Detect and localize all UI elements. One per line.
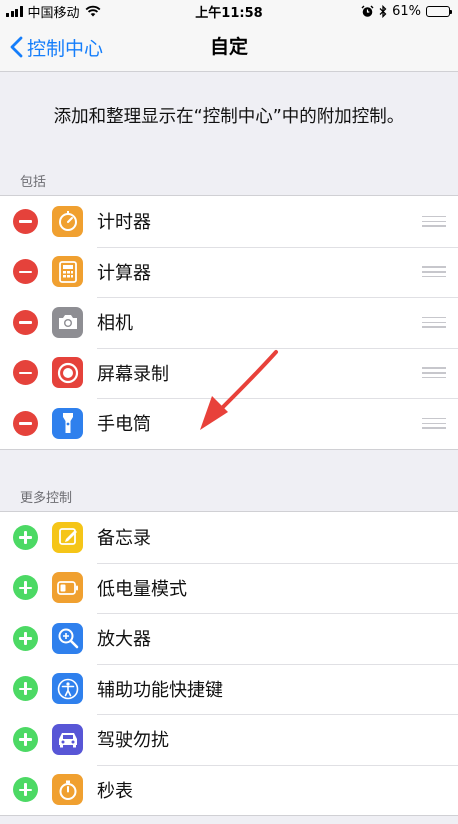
accessibility-icon: [52, 673, 83, 705]
control-label: 屏幕录制: [97, 363, 169, 385]
control-label: 计算器: [97, 262, 151, 284]
control-row[interactable]: 手电筒: [0, 398, 458, 449]
control-row[interactable]: 计算器: [0, 246, 458, 298]
control-row[interactable]: 屏幕录制: [0, 347, 458, 399]
control-row[interactable]: 放大器: [0, 613, 458, 664]
timer-icon: [52, 205, 83, 237]
control-label: 计时器: [97, 212, 151, 234]
control-row[interactable]: 低电量模式: [0, 562, 458, 614]
control-row[interactable]: 备忘录: [0, 512, 458, 563]
page-description: 添加和整理显示在“控制中心”中的附加控制。: [53, 107, 405, 127]
control-row[interactable]: 秒表: [0, 764, 458, 816]
add-control-button[interactable]: [13, 625, 38, 651]
control-row[interactable]: 驾驶勿扰: [0, 714, 458, 765]
camera-icon: [52, 306, 83, 338]
minus-icon: [19, 321, 32, 324]
control-label: 辅助功能快捷键: [97, 679, 223, 701]
status-bar-left: 中国移动: [6, 2, 101, 21]
section-header-included: 包括: [20, 175, 47, 190]
control-label: 备忘录: [97, 528, 151, 550]
calculator-icon: [52, 256, 83, 288]
minus-icon: [19, 422, 32, 425]
carrier-label: 中国移动: [27, 5, 80, 21]
reorder-handle-icon[interactable]: [422, 417, 446, 429]
plus-icon-vertical: [24, 783, 27, 797]
add-control-button[interactable]: [13, 726, 38, 752]
remove-control-button[interactable]: [13, 208, 38, 234]
reorder-handle-icon[interactable]: [422, 215, 446, 227]
minus-icon: [19, 371, 32, 374]
add-control-button[interactable]: [13, 676, 38, 702]
control-row[interactable]: 辅助功能快捷键: [0, 663, 458, 715]
status-bar-right: 61%: [361, 3, 452, 19]
plus-icon-vertical: [24, 530, 27, 544]
remove-control-button[interactable]: [13, 410, 38, 436]
minus-icon: [19, 220, 32, 223]
plus-icon-vertical: [24, 732, 27, 746]
car-icon: [52, 723, 83, 755]
bluetooth-icon: [379, 4, 387, 18]
add-control-button[interactable]: [13, 524, 38, 550]
low-power-icon: [52, 572, 83, 604]
plus-icon-vertical: [24, 682, 27, 696]
minus-icon: [19, 270, 32, 273]
signal-icon: [6, 5, 23, 17]
reorder-handle-icon[interactable]: [422, 266, 446, 278]
magnifier-icon: [52, 622, 83, 654]
alarm-icon: [361, 5, 374, 17]
remove-control-button[interactable]: [13, 360, 38, 386]
reorder-handle-icon[interactable]: [422, 316, 446, 328]
back-button-label: 控制中心: [27, 37, 104, 60]
reorder-handle-icon[interactable]: [422, 367, 446, 379]
plus-icon-vertical: [24, 581, 27, 595]
included-controls-list: 计时器计算器相机屏幕录制手电筒: [0, 195, 458, 450]
remove-control-button[interactable]: [13, 259, 38, 285]
chevron-left-icon: [10, 36, 23, 58]
back-button[interactable]: 控制中心: [10, 22, 103, 72]
screen-record-icon: [52, 357, 83, 389]
control-label: 低电量模式: [97, 578, 187, 600]
navigation-bar: 控制中心 自定: [0, 22, 458, 72]
stopwatch-icon: [52, 774, 83, 806]
control-label: 放大器: [97, 629, 151, 651]
add-control-button[interactable]: [13, 575, 38, 601]
control-label: 秒表: [97, 780, 133, 802]
control-label: 相机: [97, 313, 133, 335]
wifi-icon: [85, 5, 100, 17]
plus-icon-vertical: [24, 631, 27, 645]
battery-percent: 61%: [392, 3, 421, 19]
control-label: 手电筒: [97, 414, 151, 436]
control-row[interactable]: 计时器: [0, 196, 458, 247]
more-controls-list: 备忘录低电量模式放大器辅助功能快捷键 驾驶勿扰秒表: [0, 511, 458, 816]
control-row[interactable]: 相机: [0, 297, 458, 348]
section-header-more: 更多控制: [20, 491, 73, 506]
control-label: 驾驶勿扰: [97, 730, 169, 752]
remove-control-button[interactable]: [13, 309, 38, 335]
status-bar: 中国移动 上午11:58 61%: [0, 0, 458, 22]
battery-icon: [426, 5, 452, 17]
add-control-button[interactable]: [13, 777, 38, 803]
notes-icon: [52, 521, 83, 553]
flashlight-icon: [52, 407, 83, 439]
